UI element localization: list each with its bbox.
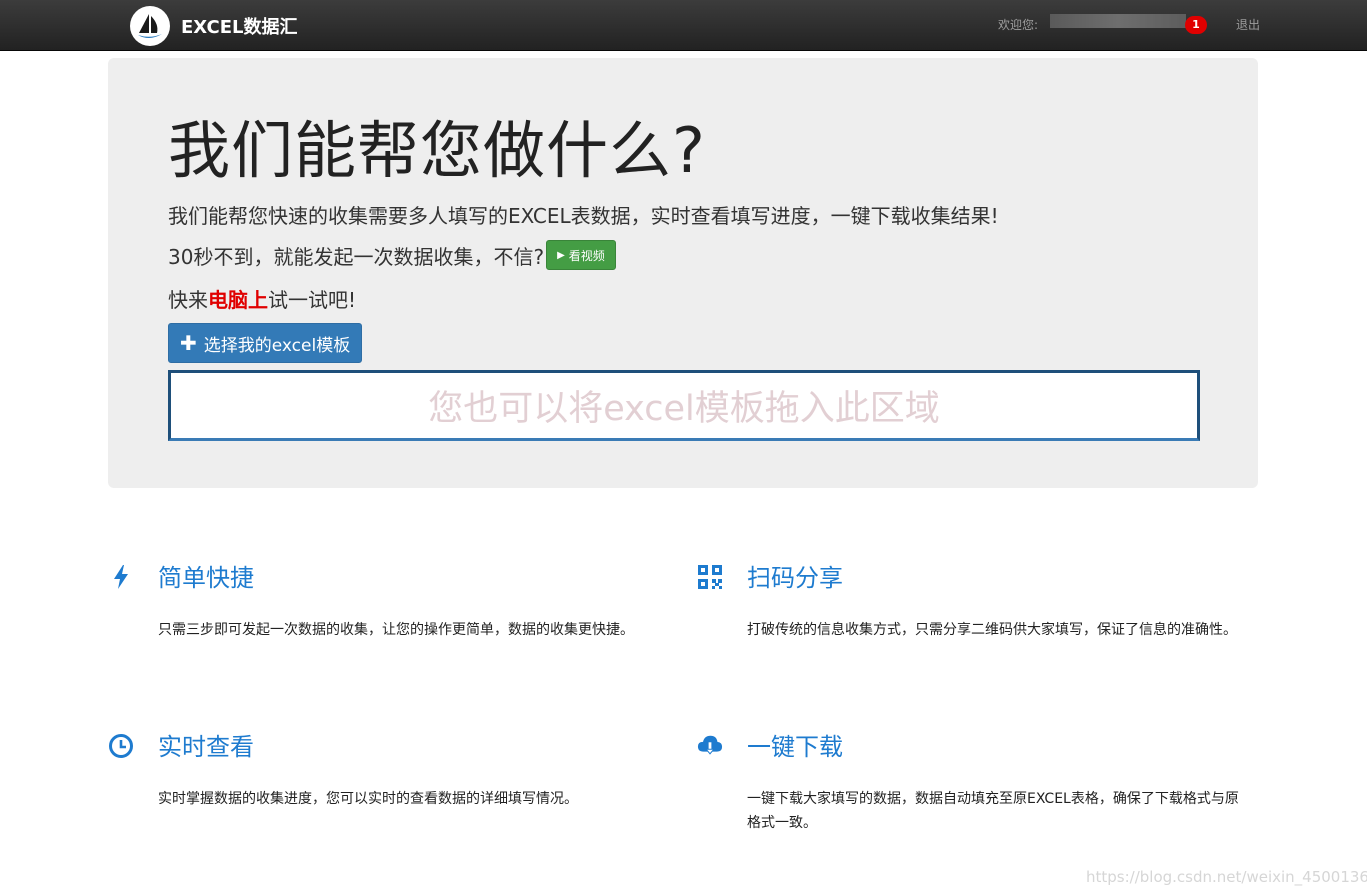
watch-video-button[interactable]: ▶ 看视频	[546, 240, 616, 270]
feature-title: 扫码分享	[747, 564, 843, 592]
feature-title: 实时查看	[158, 733, 254, 761]
try-suffix: 试一试吧!	[268, 288, 357, 312]
watermark-url: https://blog.csdn.net/weixin_45001368	[1086, 868, 1367, 886]
brand-link[interactable]: EXCEL数据汇	[130, 6, 298, 46]
logout-link[interactable]: 退出	[1236, 16, 1260, 33]
hero-lead-30s: 30秒不到，就能发起一次数据收集，不信? ▶ 看视频	[168, 240, 616, 270]
brand-name: EXCEL数据汇	[181, 17, 298, 38]
feature-title: 一键下载	[747, 733, 843, 761]
welcome-label: 欢迎您:	[998, 18, 1039, 32]
play-icon: ▶	[557, 249, 565, 261]
feature-description: 实时掌握数据的收集进度，您可以实时的查看数据的详细填写情况。	[158, 791, 578, 807]
lightning-icon	[108, 564, 134, 590]
plus-icon: ✚	[180, 331, 197, 355]
feature-description: 一键下载大家填写的数据，数据自动填充至原EXCEL表格，确保了下载格式与原格式一…	[747, 791, 1239, 831]
select-template-button[interactable]: ✚ 选择我的excel模板	[168, 323, 363, 363]
feature-title: 简单快捷	[158, 564, 254, 592]
try-highlight: 电脑上	[208, 288, 268, 312]
cloud-download-icon	[697, 733, 723, 759]
username-redacted	[1050, 14, 1186, 28]
hero-lead-30s-text: 30秒不到，就能发起一次数据收集，不信?	[168, 244, 545, 269]
clock-icon	[108, 733, 134, 759]
hero-lead-try: 快来电脑上试一试吧!	[168, 284, 356, 313]
feature-description: 只需三步即可发起一次数据的收集，让您的操作更简单，数据的收集更快捷。	[158, 622, 634, 638]
qrcode-icon	[697, 564, 723, 590]
template-dropzone[interactable]: 您也可以将excel模板拖入此区域	[168, 370, 1200, 441]
watch-video-label: 看视频	[568, 248, 605, 263]
hero-lead-description: 我们能帮您快速的收集需要多人填写的EXCEL表数据，实时查看填写进度，一键下载收…	[168, 204, 999, 228]
sailboat-logo-icon	[130, 6, 170, 46]
dropzone-hint: 您也可以将excel模板拖入此区域	[428, 389, 940, 429]
select-template-label: 选择我的excel模板	[203, 335, 351, 356]
try-prefix: 快来	[168, 288, 208, 312]
hero-headline: 我们能帮您做什么?	[168, 114, 706, 187]
hero-panel: 我们能帮您做什么? 我们能帮您快速的收集需要多人填写的EXCEL表数据，实时查看…	[108, 58, 1258, 488]
notification-badge[interactable]: 1	[1185, 16, 1207, 34]
feature-description: 打破传统的信息收集方式，只需分享二维码供大家填写，保证了信息的准确性。	[747, 622, 1237, 638]
top-navbar: EXCEL数据汇 欢迎您: 1 退出	[0, 0, 1367, 51]
